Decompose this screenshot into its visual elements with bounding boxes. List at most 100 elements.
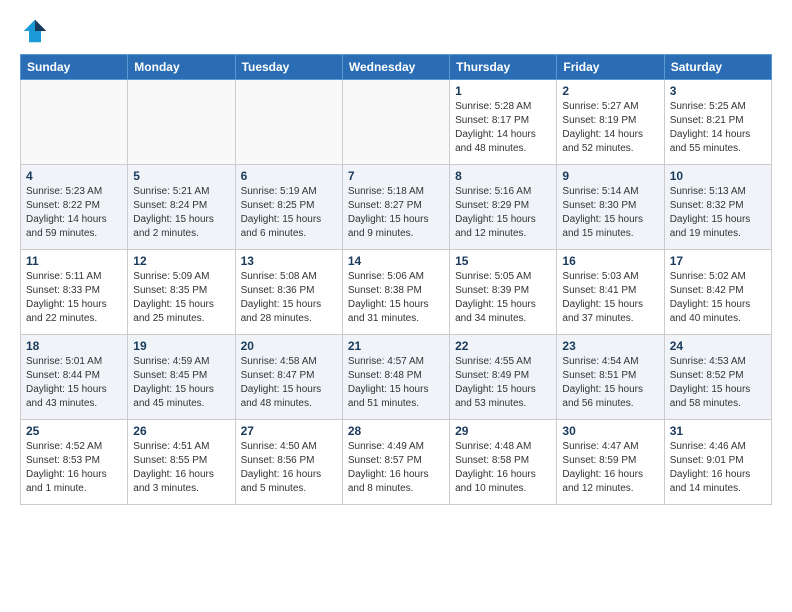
weekday-header-saturday: Saturday	[664, 55, 771, 80]
calendar-cell: 9 Sunrise: 5:14 AM Sunset: 8:30 PM Daylig…	[557, 165, 664, 250]
day-info: Sunrise: 5:05 AM Sunset: 8:39 PM Dayligh…	[455, 270, 551, 326]
day-number: 18	[26, 339, 122, 353]
day-info: Sunrise: 5:06 AM Sunset: 8:38 PM Dayligh…	[348, 270, 444, 326]
calendar-cell: 21 Sunrise: 4:57 AM Sunset: 8:48 PM Dayli…	[342, 335, 449, 420]
weekday-header-friday: Friday	[557, 55, 664, 80]
weekday-header-row: SundayMondayTuesdayWednesdayThursdayFrid…	[21, 55, 772, 80]
weekday-header-tuesday: Tuesday	[235, 55, 342, 80]
day-number: 5	[133, 169, 229, 183]
day-number: 6	[241, 169, 337, 183]
calendar-cell: 18 Sunrise: 5:01 AM Sunset: 8:44 PM Dayli…	[21, 335, 128, 420]
calendar-cell: 4Sunrise: 5:23 AM Sunset: 8:22 PM Daylig…	[21, 165, 128, 250]
calendar-cell: 20 Sunrise: 4:58 AM Sunset: 8:47 PM Dayli…	[235, 335, 342, 420]
day-number: 7	[348, 169, 444, 183]
calendar-cell: 25 Sunrise: 4:52 AM Sunset: 8:53 PM Dayli…	[21, 420, 128, 505]
logo-icon	[20, 16, 50, 46]
day-number: 19	[133, 339, 229, 353]
day-number: 11	[26, 254, 122, 268]
day-number: 27	[241, 424, 337, 438]
day-number: 31	[670, 424, 766, 438]
calendar-cell: 26 Sunrise: 4:51 AM Sunset: 8:55 PM Dayli…	[128, 420, 235, 505]
day-info: Sunrise: 4:50 AM Sunset: 8:56 PM Dayligh…	[241, 440, 337, 496]
day-number: 4	[26, 169, 122, 183]
day-number: 3	[670, 84, 766, 98]
day-info: Sunrise: 5:08 AM Sunset: 8:36 PM Dayligh…	[241, 270, 337, 326]
day-info: Sunrise: 4:55 AM Sunset: 8:49 PM Dayligh…	[455, 355, 551, 411]
day-number: 16	[562, 254, 658, 268]
calendar-cell: 30 Sunrise: 4:47 AM Sunset: 8:59 PM Dayli…	[557, 420, 664, 505]
weekday-header-sunday: Sunday	[21, 55, 128, 80]
week-row-3: 11 Sunrise: 5:11 AM Sunset: 8:33 PM Dayli…	[21, 250, 772, 335]
calendar-cell: 19 Sunrise: 4:59 AM Sunset: 8:45 PM Dayli…	[128, 335, 235, 420]
calendar-cell: 15 Sunrise: 5:05 AM Sunset: 8:39 PM Dayli…	[450, 250, 557, 335]
calendar-cell: 16 Sunrise: 5:03 AM Sunset: 8:41 PM Dayli…	[557, 250, 664, 335]
day-number: 28	[348, 424, 444, 438]
day-info: Sunrise: 5:18 AM Sunset: 8:27 PM Dayligh…	[348, 185, 444, 241]
calendar-cell: 29 Sunrise: 4:48 AM Sunset: 8:58 PM Dayli…	[450, 420, 557, 505]
calendar-cell: 8 Sunrise: 5:16 AM Sunset: 8:29 PM Daylig…	[450, 165, 557, 250]
day-info: Sunrise: 5:25 AM Sunset: 8:21 PM Dayligh…	[670, 100, 766, 156]
calendar-cell: 24 Sunrise: 4:53 AM Sunset: 8:52 PM Dayli…	[664, 335, 771, 420]
day-number: 13	[241, 254, 337, 268]
calendar-cell	[128, 80, 235, 165]
day-info: Sunrise: 5:14 AM Sunset: 8:30 PM Dayligh…	[562, 185, 658, 241]
day-number: 8	[455, 169, 551, 183]
day-number: 15	[455, 254, 551, 268]
logo	[20, 16, 54, 46]
day-info: Sunrise: 4:53 AM Sunset: 8:52 PM Dayligh…	[670, 355, 766, 411]
calendar-cell	[235, 80, 342, 165]
calendar-cell: 31 Sunrise: 4:46 AM Sunset: 9:01 PM Dayli…	[664, 420, 771, 505]
day-info: Sunrise: 5:13 AM Sunset: 8:32 PM Dayligh…	[670, 185, 766, 241]
day-number: 17	[670, 254, 766, 268]
calendar-cell: 14Sunrise: 5:06 AM Sunset: 8:38 PM Dayli…	[342, 250, 449, 335]
page-header	[20, 16, 772, 46]
day-number: 2	[562, 84, 658, 98]
calendar-cell: 23Sunrise: 4:54 AM Sunset: 8:51 PM Dayli…	[557, 335, 664, 420]
week-row-1: 1Sunrise: 5:28 AM Sunset: 8:17 PM Daylig…	[21, 80, 772, 165]
day-number: 21	[348, 339, 444, 353]
day-number: 20	[241, 339, 337, 353]
calendar-cell: 7 Sunrise: 5:18 AM Sunset: 8:27 PM Daylig…	[342, 165, 449, 250]
calendar-table: SundayMondayTuesdayWednesdayThursdayFrid…	[20, 54, 772, 505]
calendar-cell: 17 Sunrise: 5:02 AM Sunset: 8:42 PM Dayli…	[664, 250, 771, 335]
calendar-cell: 28 Sunrise: 4:49 AM Sunset: 8:57 PM Dayli…	[342, 420, 449, 505]
day-number: 23	[562, 339, 658, 353]
day-info: Sunrise: 4:47 AM Sunset: 8:59 PM Dayligh…	[562, 440, 658, 496]
calendar-cell: 6 Sunrise: 5:19 AM Sunset: 8:25 PM Daylig…	[235, 165, 342, 250]
calendar-cell: 13 Sunrise: 5:08 AM Sunset: 8:36 PM Dayli…	[235, 250, 342, 335]
day-info: Sunrise: 4:51 AM Sunset: 8:55 PM Dayligh…	[133, 440, 229, 496]
day-number: 29	[455, 424, 551, 438]
day-info: Sunrise: 4:59 AM Sunset: 8:45 PM Dayligh…	[133, 355, 229, 411]
day-info: Sunrise: 5:03 AM Sunset: 8:41 PM Dayligh…	[562, 270, 658, 326]
day-number: 24	[670, 339, 766, 353]
calendar-cell: 1Sunrise: 5:28 AM Sunset: 8:17 PM Daylig…	[450, 80, 557, 165]
week-row-4: 18 Sunrise: 5:01 AM Sunset: 8:44 PM Dayli…	[21, 335, 772, 420]
day-info: Sunrise: 5:16 AM Sunset: 8:29 PM Dayligh…	[455, 185, 551, 241]
day-number: 26	[133, 424, 229, 438]
day-info: Sunrise: 4:49 AM Sunset: 8:57 PM Dayligh…	[348, 440, 444, 496]
day-number: 25	[26, 424, 122, 438]
day-number: 9	[562, 169, 658, 183]
day-info: Sunrise: 5:02 AM Sunset: 8:42 PM Dayligh…	[670, 270, 766, 326]
day-info: Sunrise: 5:11 AM Sunset: 8:33 PM Dayligh…	[26, 270, 122, 326]
calendar-cell	[21, 80, 128, 165]
calendar-cell: 11 Sunrise: 5:11 AM Sunset: 8:33 PM Dayli…	[21, 250, 128, 335]
calendar-cell: 27 Sunrise: 4:50 AM Sunset: 8:56 PM Dayli…	[235, 420, 342, 505]
weekday-header-monday: Monday	[128, 55, 235, 80]
calendar-cell: 22Sunrise: 4:55 AM Sunset: 8:49 PM Dayli…	[450, 335, 557, 420]
calendar-cell: 12Sunrise: 5:09 AM Sunset: 8:35 PM Dayli…	[128, 250, 235, 335]
day-info: Sunrise: 4:57 AM Sunset: 8:48 PM Dayligh…	[348, 355, 444, 411]
day-info: Sunrise: 4:46 AM Sunset: 9:01 PM Dayligh…	[670, 440, 766, 496]
day-info: Sunrise: 4:48 AM Sunset: 8:58 PM Dayligh…	[455, 440, 551, 496]
calendar-cell: 10 Sunrise: 5:13 AM Sunset: 8:32 PM Dayli…	[664, 165, 771, 250]
day-number: 10	[670, 169, 766, 183]
day-info: Sunrise: 4:58 AM Sunset: 8:47 PM Dayligh…	[241, 355, 337, 411]
day-number: 1	[455, 84, 551, 98]
day-info: Sunrise: 5:19 AM Sunset: 8:25 PM Dayligh…	[241, 185, 337, 241]
calendar-cell	[342, 80, 449, 165]
day-info: Sunrise: 5:27 AM Sunset: 8:19 PM Dayligh…	[562, 100, 658, 156]
day-number: 30	[562, 424, 658, 438]
day-info: Sunrise: 4:52 AM Sunset: 8:53 PM Dayligh…	[26, 440, 122, 496]
day-info: Sunrise: 5:01 AM Sunset: 8:44 PM Dayligh…	[26, 355, 122, 411]
day-info: Sunrise: 5:21 AM Sunset: 8:24 PM Dayligh…	[133, 185, 229, 241]
